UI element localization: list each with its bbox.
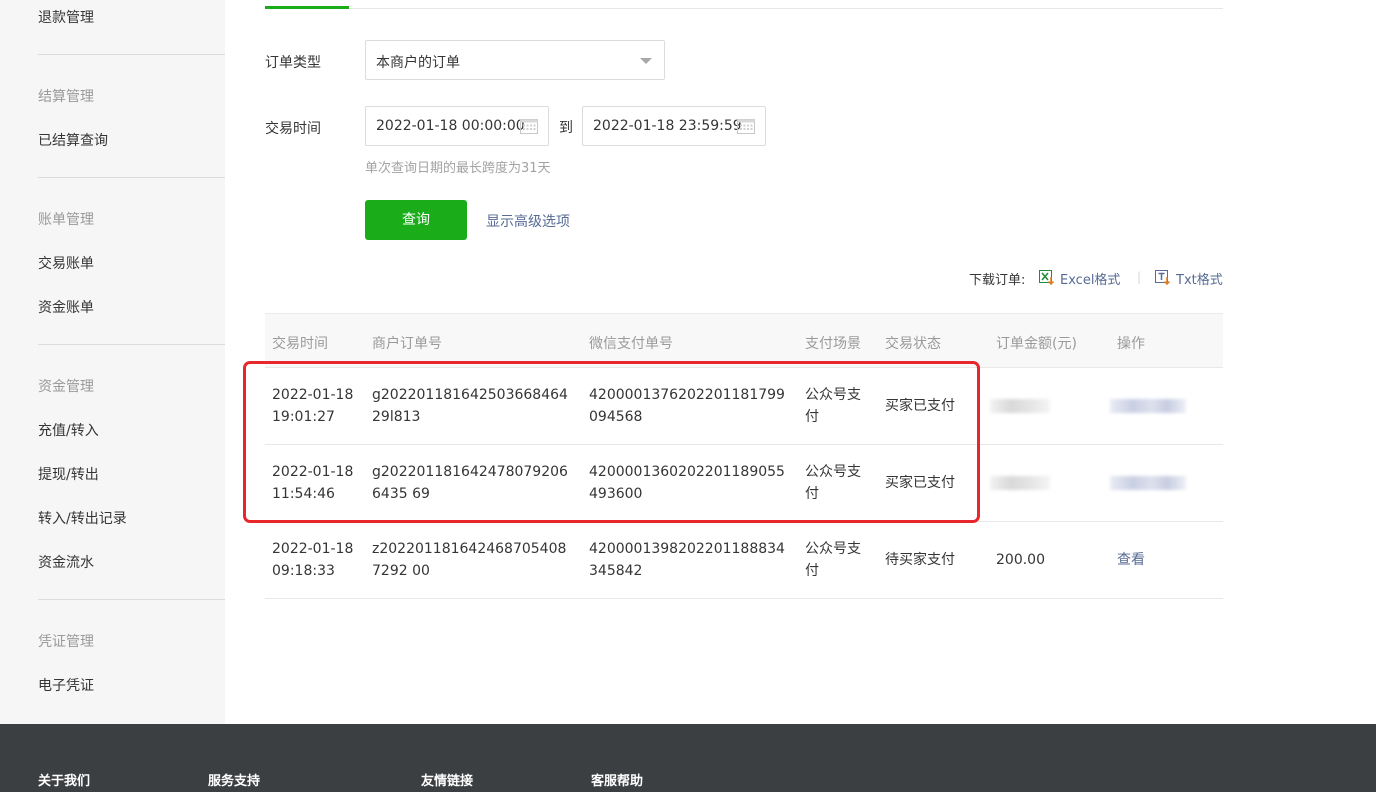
column-header-time: 交易时间 (272, 336, 328, 352)
column-header-scene: 支付场景 (805, 336, 861, 352)
show-advanced-link[interactable]: 显示高级选项 (486, 211, 570, 231)
cell-scene: 公众号支付 (805, 387, 861, 425)
cell-amount-redacted (990, 476, 1050, 490)
sidebar-group-settlement: 结算管理 (38, 89, 94, 105)
column-header-wx-order: 微信支付单号 (589, 336, 673, 352)
date-range-to-label: 到 (559, 120, 573, 136)
sidebar-item-withdraw[interactable]: 提现/转出 (38, 464, 99, 484)
table-row: 2022-01-18 09:18:33 z2022011816424687054… (265, 521, 1223, 599)
cell-time: 2022-01-18 19:01:27 (272, 387, 354, 425)
footer-customer-help[interactable]: 客服帮助 (591, 770, 643, 789)
query-button[interactable]: 查询 (365, 200, 467, 240)
sidebar-item-trade-bill[interactable]: 交易账单 (38, 253, 94, 273)
cell-status: 待买家支付 (885, 552, 955, 568)
sidebar-item-fund-bill[interactable]: 资金账单 (38, 297, 94, 317)
cell-amount-redacted (990, 399, 1050, 413)
cell-time: 2022-01-18 11:54:46 (272, 464, 354, 502)
calendar-icon (520, 119, 538, 134)
sidebar-item-fund-flow[interactable]: 资金流水 (38, 552, 94, 572)
cell-wx-order: 4200001398202201188834345842 (589, 541, 785, 579)
footer-service-support[interactable]: 服务支持 (208, 770, 260, 789)
cell-merchant-order: g2022011816424780792066435 69 (372, 464, 568, 502)
date-range-hint: 单次查询日期的最长跨度为31天 (365, 161, 551, 176)
column-header-merchant-order: 商户订单号 (372, 336, 442, 352)
column-header-status: 交易状态 (885, 336, 941, 352)
download-separator: | (1137, 270, 1142, 284)
cell-status: 买家已支付 (885, 475, 955, 491)
cell-merchant-order: z2022011816424687054087292 00 (372, 541, 567, 579)
order-type-select[interactable]: 本商户的订单 (365, 40, 665, 80)
column-header-amount: 订单金额(元) (996, 336, 1077, 352)
cell-action-redacted[interactable] (1110, 399, 1186, 413)
download-label: 下载订单: (969, 273, 1026, 288)
order-type-value: 本商户的订单 (376, 55, 460, 71)
table-header: 交易时间 商户订单号 微信支付单号 支付场景 交易状态 订单金额(元) 操作 (265, 313, 1223, 368)
chevron-down-icon (640, 58, 652, 64)
footer-friendly-links[interactable]: 友情链接 (421, 770, 473, 789)
start-date-input[interactable]: 2022-01-18 00:00:00 (365, 106, 549, 146)
sidebar-item-e-voucher[interactable]: 电子凭证 (38, 675, 94, 695)
sidebar-item-settled-query[interactable]: 已结算查询 (38, 130, 108, 150)
cell-scene: 公众号支付 (805, 464, 861, 502)
sidebar-item-transfer-records[interactable]: 转入/转出记录 (38, 508, 127, 528)
cell-merchant-order: g20220118164250366846429l813 (372, 387, 568, 425)
excel-icon[interactable] (1039, 269, 1055, 285)
tab-active-indicator[interactable] (265, 6, 349, 9)
column-header-action: 操作 (1117, 336, 1145, 352)
sidebar-divider (38, 344, 225, 345)
cell-time: 2022-01-18 09:18:33 (272, 541, 354, 579)
footer-about-us[interactable]: 关于我们 (38, 770, 90, 789)
sidebar-group-funds: 资金管理 (38, 379, 94, 395)
sidebar-item-refund[interactable]: 退款管理 (38, 7, 94, 27)
end-date-input[interactable]: 2022-01-18 23:59:59 (582, 106, 766, 146)
trade-time-label: 交易时间 (265, 121, 321, 137)
cell-status: 买家已支付 (885, 398, 955, 414)
sidebar-group-vouchers: 凭证管理 (38, 634, 94, 650)
cell-action-redacted[interactable] (1110, 476, 1186, 490)
sidebar-item-recharge[interactable]: 充值/转入 (38, 420, 99, 440)
end-date-value: 2022-01-18 23:59:59 (593, 118, 742, 134)
view-order-link[interactable]: 查看 (1117, 549, 1145, 571)
sidebar-divider (38, 177, 225, 178)
sidebar-divider (38, 54, 225, 55)
calendar-icon (737, 119, 755, 134)
cell-amount: 200.00 (996, 552, 1045, 568)
cell-wx-order: 4200001360202201189055493600 (589, 464, 785, 502)
download-txt-link[interactable]: Txt格式 (1176, 269, 1223, 288)
sidebar: 退款管理 结算管理 已结算查询 账单管理 交易账单 资金账单 资金管理 充值/转… (0, 0, 225, 724)
sidebar-divider (38, 599, 225, 600)
table-row: 2022-01-18 11:54:46 g2022011816424780792… (265, 444, 1223, 521)
tab-bar-divider (265, 8, 1223, 9)
footer: 关于我们 服务支持 友情链接 客服帮助 (0, 724, 1376, 792)
download-excel-link[interactable]: Excel格式 (1060, 269, 1120, 288)
txt-icon[interactable] (1155, 269, 1171, 285)
table-row: 2022-01-18 19:01:27 g2022011816425036684… (265, 367, 1223, 444)
sidebar-group-bills: 账单管理 (38, 212, 94, 228)
start-date-value: 2022-01-18 00:00:00 (376, 118, 525, 134)
cell-scene: 公众号支付 (805, 541, 861, 579)
cell-wx-order: 4200001376202201181799094568 (589, 387, 785, 425)
order-type-label: 订单类型 (265, 55, 321, 71)
